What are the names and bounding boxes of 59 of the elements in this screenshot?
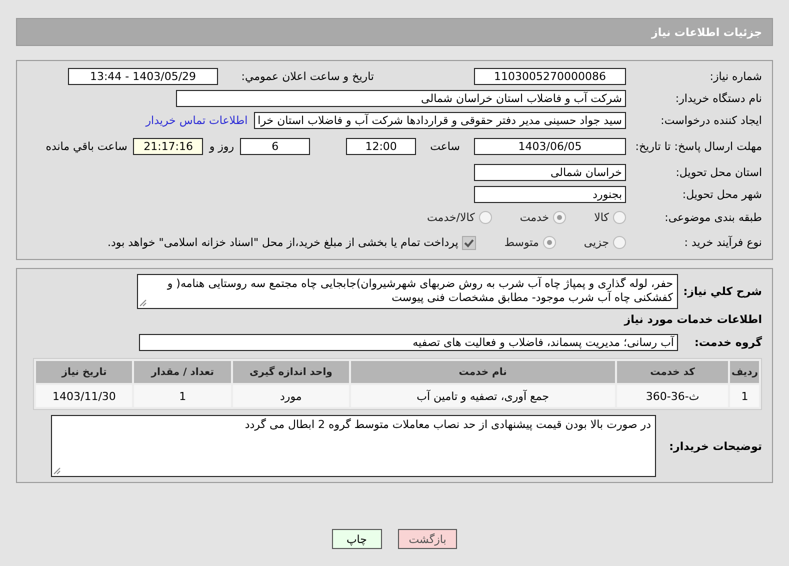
buyer-name-field: شرکت آب و فاضلاب استان خراسان شمالی — [176, 90, 626, 106]
column-header: کد خدمت — [616, 361, 728, 383]
field-label: شرح کلي نیاز: — [684, 284, 762, 298]
resize-grip-icon[interactable] — [53, 467, 61, 475]
radio-button[interactable] — [553, 211, 566, 224]
section-heading: اطلاعات خدمات مورد نیاز — [622, 313, 763, 326]
radio-button[interactable] — [542, 236, 556, 249]
column-header: نام خدمت — [351, 361, 615, 383]
need-number-field: 1103005270000086 — [474, 68, 626, 84]
treasury-note: پرداخت تمام یا بخشی از مبلغ خرید،از محل "اسناد خزانه اسلامی" خواهد بود. — [108, 236, 458, 249]
table-cell: 1403/11/30 — [36, 385, 132, 407]
print-button[interactable]: چاپ — [332, 529, 382, 549]
table-cell: مورد — [232, 385, 350, 407]
buyer-notes-field[interactable]: در صورت بالا بودن قیمت پیشنهادی از حد نصاب معاملات متوسط گروه 2 ابطال می گردد — [51, 415, 656, 477]
field-label: نوع فرآیند خرید : — [683, 236, 762, 249]
back-button[interactable]: بازگشت — [398, 529, 458, 549]
announce-date-field: 1403/05/29 - 13:44 — [68, 68, 218, 84]
column-header: واحد اندازه گیری — [232, 361, 350, 383]
city-field: بجنورد — [474, 186, 626, 202]
description-field[interactable]: حفر، لوله گذاری و پمپاژ چاه آب شرب به روش ضربهای شهرشیروان)جابجایی چاه مجتمع سه روستایی هنامه( و کفشکنی چاه آب شرب موجود- مطابق مشخصات فنی پیوست — [137, 274, 678, 308]
service-group-field: آب رسانی؛ مدیریت پسماند، فاضلاب و فعالیت های تصفیه — [139, 334, 678, 350]
days-left-field: 6 — [240, 138, 310, 154]
field-label: نام دستگاه خریدار: — [674, 92, 762, 104]
buyer-contact-link[interactable]: اطلاعات تماس خریدار — [146, 114, 248, 126]
table-cell: جمع آوری، تصفیه و تامین آب — [351, 385, 615, 407]
option-label: متوسط — [504, 236, 539, 249]
radio-button[interactable] — [478, 211, 492, 224]
radio-button[interactable] — [613, 211, 626, 224]
table-cell: 1 — [134, 385, 231, 407]
field-label: توضیحات خریدار: — [668, 440, 762, 452]
table-cell: ث-36-360 — [616, 385, 728, 407]
remaining-label: ساعت باقي مانده — [46, 140, 128, 152]
field-label: شماره نیاز: — [708, 70, 762, 82]
column-header: ردیف — [730, 361, 759, 383]
creator-field: سید جواد حسینی مدیر دفتر حقوقی و قراردادها شرکت آب و فاضلاب استان خرا — [254, 112, 626, 128]
option-label: خدمت — [520, 211, 550, 224]
deadline-time-field: 12:00 — [346, 138, 416, 154]
province-field: خراسان شمالی — [474, 164, 626, 180]
deadline-date-field: 1403/06/05 — [474, 138, 626, 154]
field-label: مهلت ارسال پاسخ: تا تاریخ: — [634, 140, 762, 152]
field-label: تاریخ و ساعت اعلان عمومي: — [240, 70, 374, 82]
field-label: طبقه بندی موضوعی: — [664, 211, 762, 224]
radio-button[interactable] — [613, 236, 626, 249]
column-header: تعداد / مقدار — [134, 361, 231, 383]
resize-grip-icon[interactable] — [139, 298, 147, 306]
table-cell: 1 — [730, 385, 759, 407]
column-header: تاریخ نیاز — [36, 361, 132, 383]
time-label: ساعت — [430, 140, 460, 152]
field-label: استان محل تحویل: — [674, 166, 762, 178]
field-label: گروه خدمت: — [693, 336, 762, 348]
option-label: جزیی — [584, 236, 609, 249]
page-title: جزئیات اطلاعات نیاز — [16, 18, 773, 46]
option-label: کالا — [594, 211, 609, 224]
field-label: ایجاد کننده درخواست: — [660, 114, 762, 126]
field-label: شهر محل تحویل: — [681, 188, 762, 200]
days-label: روز و — [209, 140, 234, 152]
checkbox[interactable] — [462, 236, 476, 250]
option-label: کالا/خدمت — [427, 211, 475, 224]
remaining-time-field: 21:17:16 — [133, 138, 204, 154]
